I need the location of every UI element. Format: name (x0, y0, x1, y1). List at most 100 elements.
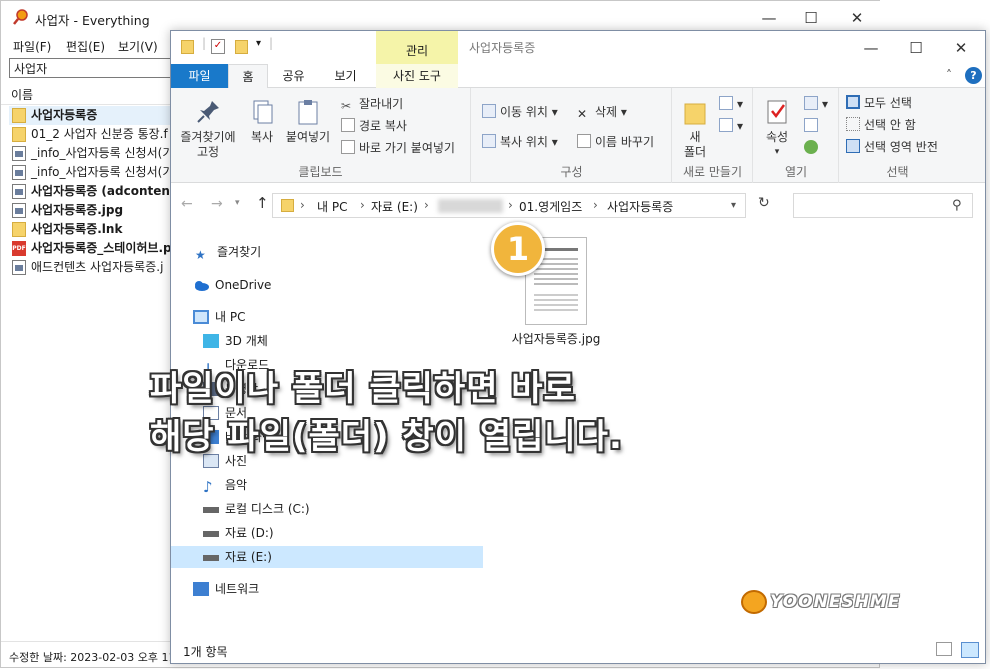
refresh-icon[interactable]: ↻ (758, 195, 770, 211)
paste-shortcut-button[interactable]: 바로 가기 붙여넣기 (341, 139, 455, 156)
star-icon: ★ (195, 248, 206, 262)
result-row[interactable]: 사업자등록증.jpg (9, 201, 179, 220)
properties-button[interactable]: 속성 ▾ (760, 98, 794, 160)
copy-path-button[interactable]: 경로 복사 (341, 117, 407, 134)
select-group-label: 선택 (886, 165, 909, 179)
history-button[interactable] (804, 140, 822, 155)
status-text: 수정한 날짜: 2023-02-03 오후 11 (9, 651, 176, 664)
new-folder-icon (684, 103, 706, 125)
open-button[interactable]: ▾ (804, 96, 828, 111)
recent-locations-icon[interactable]: ▾ (235, 198, 240, 208)
forward-arrow-icon[interactable]: → (211, 196, 223, 212)
item-count: 1개 항목 (183, 645, 228, 659)
large-icons-view-icon[interactable] (961, 642, 979, 658)
properties-quick-icon[interactable]: ✓ (211, 39, 225, 54)
help-icon[interactable]: ? (965, 67, 982, 84)
watermark-logo-icon (741, 590, 767, 614)
ribbon-home: 즐겨찾기에 고정 복사 붙여넣기 ✂ 잘라내기 경로 복사 바로 가기 붙여넣기 … (171, 88, 985, 183)
breadcrumb-current[interactable]: 사업자등록증 (607, 198, 673, 215)
breadcrumb-separator: › (424, 198, 429, 212)
result-row[interactable]: 애드컨텐츠 사업자등록증.j (9, 258, 179, 277)
manage-label: 관리 (405, 44, 429, 58)
new-folder-button[interactable]: 새 폴더 (679, 98, 711, 160)
nav-network[interactable]: 네트워크 (171, 578, 483, 600)
easy-access-button[interactable]: ▾ (719, 118, 743, 133)
result-name: 사업자등록증 (31, 108, 98, 122)
clipboard-group: 즐겨찾기에 고정 복사 붙여넣기 ✂ 잘라내기 경로 복사 바로 가기 붙여넣기 … (171, 88, 471, 183)
result-row[interactable]: _info_사업자등록 신청서(기 (9, 163, 179, 182)
breadcrumb-drive-e[interactable]: 자료 (E:) (371, 198, 418, 215)
details-view-icon[interactable] (936, 642, 952, 656)
nav-drive-e[interactable]: 자료 (E:) (171, 546, 483, 568)
rename-button[interactable]: 이름 바꾸기 (577, 133, 654, 150)
document-icon (12, 184, 26, 199)
manage-context-tab[interactable]: 관리 (376, 31, 458, 64)
tab-share[interactable]: 공유 (271, 64, 316, 88)
paste-button[interactable]: 붙여넣기 (283, 98, 333, 145)
breadcrumb-this-pc[interactable]: 내 PC (317, 198, 347, 215)
new-folder-quick-icon[interactable] (235, 40, 248, 54)
cube-icon (203, 334, 219, 348)
close-button[interactable]: ✕ (951, 39, 971, 57)
blurred-breadcrumb[interactable] (438, 199, 503, 213)
invert-selection-label: 선택 영역 반전 (864, 140, 938, 154)
cloud-icon (193, 277, 209, 291)
menu-edit[interactable]: 편집(E) (66, 38, 105, 55)
result-name: 애드컨텐츠 사업자등록증.j (31, 260, 164, 274)
copy-to-label: 복사 위치 (500, 135, 548, 149)
up-arrow-icon[interactable]: ↑ (256, 194, 269, 212)
nav-drive-c[interactable]: 로컬 디스크 (C:) (171, 498, 483, 520)
properties-icon (767, 100, 787, 124)
edit-button[interactable] (804, 118, 822, 133)
customize-quick-access-icon[interactable]: ▾ (256, 38, 261, 49)
ribbon-tabs: 파일 홈 공유 보기 사진 도구 ˄ ? (171, 64, 985, 88)
back-arrow-icon[interactable]: ← (181, 196, 193, 212)
column-header-label: 이름 (11, 88, 34, 102)
address-dropdown-icon[interactable]: ▾ (731, 200, 736, 211)
copy-button[interactable]: 복사 (245, 98, 279, 145)
collapse-ribbon-icon[interactable]: ˄ (946, 68, 952, 82)
new-item-button[interactable]: ▾ (719, 96, 743, 111)
tab-picture-tools[interactable]: 사진 도구 (376, 64, 458, 88)
search-input[interactable]: ⚲ (793, 193, 973, 218)
open-icon (804, 96, 818, 110)
tab-home[interactable]: 홈 (228, 64, 268, 88)
nav-music[interactable]: ♪ 음악 (171, 474, 483, 496)
nav-this-pc[interactable]: 내 PC (171, 306, 483, 328)
minimize-button[interactable]: — (861, 39, 881, 57)
nav-drive-d[interactable]: 자료 (D:) (171, 522, 483, 544)
explorer-titlebar: | ✓ ▾ | 관리 사업자등록증 — ☐ ✕ (171, 31, 985, 64)
invert-selection-button[interactable]: 선택 영역 반전 (846, 138, 938, 155)
close-button[interactable]: ✕ (847, 9, 867, 27)
result-row[interactable]: _info_사업자등록 신청서(기 (9, 144, 179, 163)
result-name: 사업자등록증.jpg (31, 203, 124, 217)
cut-button[interactable]: ✂ 잘라내기 (341, 95, 403, 113)
copy-to-button[interactable]: 복사 위치 ▾ (482, 133, 558, 150)
delete-button[interactable]: ✕ 삭제 ▾ (577, 103, 627, 121)
minimize-button[interactable]: — (759, 9, 779, 27)
result-name: _info_사업자등록 신청서(기 (31, 165, 174, 179)
nav-quick-access[interactable]: ★ 즐겨찾기 (171, 241, 483, 263)
menu-view[interactable]: 보기(V) (118, 38, 158, 55)
pin-to-quick-access-button[interactable]: 즐겨찾기에 고정 (177, 98, 239, 160)
result-row[interactable]: 사업자등록증 (adcontents) (9, 182, 179, 201)
tab-file[interactable]: 파일 (171, 64, 228, 88)
result-row[interactable]: PDF 사업자등록증_스테이허브.p (9, 239, 179, 258)
maximize-button[interactable]: ☐ (906, 39, 926, 57)
invert-selection-icon (846, 139, 860, 153)
result-row[interactable]: 사업자등록증.lnk (9, 220, 179, 239)
address-bar[interactable]: › 내 PC › 자료 (E:) › › 01.영게임즈 › 사업자등록증 ▾ (272, 193, 746, 218)
move-to-button[interactable]: 이동 위치 ▾ (482, 103, 558, 120)
nav-3d-objects[interactable]: 3D 개체 (171, 330, 483, 352)
nav-onedrive[interactable]: OneDrive (171, 274, 483, 296)
breadcrumb-folder[interactable]: 01.영게임즈 (519, 198, 582, 215)
result-row[interactable]: 사업자등록증 (9, 106, 179, 125)
tab-view[interactable]: 보기 (323, 64, 368, 88)
maximize-button[interactable]: ☐ (801, 9, 821, 27)
select-all-button[interactable]: 모두 선택 (846, 94, 912, 111)
result-row[interactable]: 01_2 사업자 신분증 통장.f (9, 125, 179, 144)
menu-file[interactable]: 파일(F) (13, 38, 51, 55)
history-icon (804, 140, 818, 154)
select-none-button[interactable]: 선택 안 함 (846, 116, 916, 133)
breadcrumb-separator: › (508, 198, 513, 212)
